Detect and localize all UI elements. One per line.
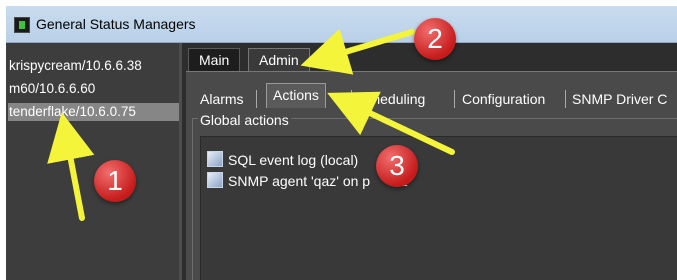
tab-divider [565, 90, 566, 108]
tab-actions[interactable]: Actions [266, 83, 326, 108]
step-badge-3: 3 [376, 145, 418, 187]
step-badge-2: 2 [414, 18, 456, 60]
app-icon [14, 17, 30, 33]
tab-divider [256, 90, 257, 108]
tab-main[interactable]: Main [188, 48, 241, 72]
title-bar: General Status Managers [6, 6, 677, 43]
window-title: General Status Managers [36, 16, 196, 32]
list-item[interactable]: SQL event log (local) [207, 150, 358, 170]
action-label: SQL event log (local) [228, 152, 359, 168]
status-managers-window: General Status Managers krispycream/10.6… [6, 6, 677, 280]
tab-scheduling[interactable]: Scheduling [356, 88, 425, 110]
manager-list: krispycream/10.6.6.38 m60/10.6.6.60 tend… [6, 43, 179, 280]
manager-detail-panel: Main Admin Alarms Actions Scheduling Con… [182, 43, 677, 280]
global-actions-list: SQL event log (local) SNMP agent 'qaz' o… [200, 136, 677, 280]
tab-configuration[interactable]: Configuration [462, 88, 545, 110]
manager-item-selected[interactable]: tenderflake/10.6.0.75 [8, 103, 179, 121]
tab-admin[interactable]: Admin [248, 48, 310, 72]
manager-item[interactable]: m60/10.6.6.60 [8, 80, 179, 98]
tab-divider [454, 90, 455, 108]
manager-item[interactable]: krispycream/10.6.6.38 [8, 57, 179, 75]
script-icon [207, 151, 223, 167]
action-label: SNMP agent 'qaz' on p [228, 173, 371, 189]
script-icon [207, 172, 223, 188]
tab-alarms[interactable]: Alarms [200, 88, 244, 110]
tab-divider [351, 90, 352, 108]
step-badge-1: 1 [94, 160, 136, 202]
admin-panel: Alarms Actions Scheduling Configuration … [186, 71, 677, 280]
global-actions-label: Global actions [198, 112, 291, 128]
tab-snmp-driver[interactable]: SNMP Driver C [572, 88, 667, 110]
